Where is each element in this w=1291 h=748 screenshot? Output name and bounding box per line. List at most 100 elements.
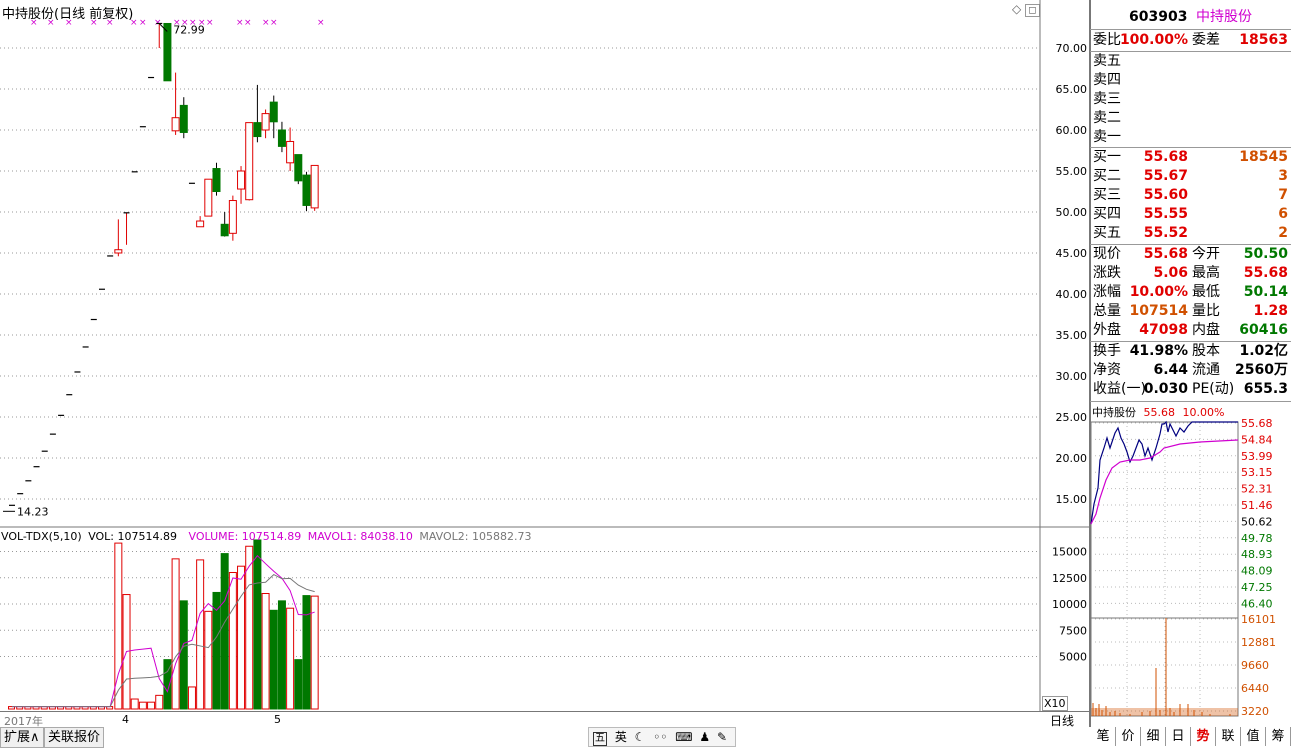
price-axis-label: 20.00	[1056, 452, 1088, 465]
volume-axis-label: 12500	[1052, 572, 1087, 585]
volume-bar[interactable]	[261, 593, 270, 710]
volume-bar[interactable]	[138, 701, 147, 710]
buy-volume: 7	[1278, 187, 1288, 203]
wrench-icon[interactable]: ✎	[717, 730, 727, 744]
right-tab[interactable]: 值	[1241, 727, 1266, 746]
ime-toolbar: 五 英 ☾ ◦◦ ⌨ ♟ ✎	[588, 727, 736, 747]
signal-marker: ×	[30, 18, 38, 28]
right-tab[interactable]: 筹	[1266, 727, 1291, 746]
buy-volume: 2	[1278, 225, 1288, 241]
intraday-price-label: 48.93	[1241, 548, 1273, 561]
stat-value: 55.68	[1243, 265, 1288, 281]
signal-marker: ×	[270, 18, 278, 28]
candle[interactable]	[196, 216, 205, 228]
ime-logo-icon[interactable]: 五	[593, 732, 607, 746]
tab-expand[interactable]: 扩展∧	[0, 727, 44, 748]
candle-body	[228, 200, 237, 234]
volume-bar[interactable]	[179, 600, 188, 710]
stat-label: 现价	[1093, 246, 1121, 262]
candle[interactable]	[269, 95, 278, 139]
right-tab[interactable]: 势	[1191, 727, 1216, 746]
volume-bar[interactable]	[204, 610, 213, 710]
candle[interactable]	[163, 22, 172, 82]
volume-bar[interactable]	[130, 698, 139, 710]
candle[interactable]	[179, 97, 188, 139]
price-axis-label: 40.00	[1056, 288, 1088, 301]
stat-label: 涨跌	[1093, 265, 1121, 281]
stat-label: 今开	[1192, 246, 1220, 262]
buy-price: 55.68	[1143, 149, 1188, 165]
candle[interactable]	[302, 171, 311, 212]
right-tab[interactable]: 日	[1166, 727, 1191, 746]
stock-name: 中持股份	[1195, 9, 1252, 25]
candle[interactable]	[220, 212, 229, 237]
sell-label: 卖五	[1093, 53, 1121, 69]
stat-value: 55.68	[1143, 246, 1188, 262]
fundamental-label: 净资	[1093, 362, 1121, 378]
intraday-price-label: 52.31	[1241, 483, 1273, 496]
keyboard-icon[interactable]: ⌨	[675, 730, 692, 744]
signal-marker: ×	[317, 18, 325, 28]
weicha-value: 18563	[1239, 32, 1288, 48]
candle[interactable]	[277, 121, 286, 153]
candle[interactable]	[294, 154, 303, 185]
volume-bar[interactable]	[277, 600, 286, 710]
candle[interactable]	[237, 166, 246, 204]
fundamental-value: 0.030	[1143, 381, 1188, 397]
candle[interactable]	[253, 84, 262, 143]
candle[interactable]	[212, 162, 221, 196]
quote-header: 603903 中持股份	[1092, 6, 1289, 26]
stat-label: 内盘	[1192, 322, 1220, 338]
volume-bar[interactable]	[187, 686, 196, 710]
volume-bar[interactable]	[147, 701, 156, 710]
candle-body	[212, 168, 221, 192]
volume-bar[interactable]	[237, 565, 246, 710]
volume-bar[interactable]	[253, 539, 262, 710]
stat-label: 最低	[1192, 284, 1220, 300]
candle[interactable]	[171, 72, 180, 135]
sell-label: 卖一	[1093, 129, 1121, 145]
candle-body	[171, 117, 180, 132]
volume-bar[interactable]	[228, 572, 237, 710]
user-icon[interactable]: ♟	[699, 730, 710, 744]
right-tab[interactable]: 联	[1216, 727, 1241, 746]
candle[interactable]	[123, 212, 130, 245]
tab-related-quotes[interactable]: 关联报价	[44, 727, 105, 748]
right-tab[interactable]: 细	[1141, 727, 1166, 746]
candle[interactable]	[204, 178, 213, 217]
vol-value: VOL: 107514.89	[88, 530, 177, 543]
buy-price: 55.67	[1143, 168, 1188, 184]
volume-bar[interactable]	[286, 607, 295, 710]
candle[interactable]	[228, 195, 237, 241]
candlestick-chart[interactable]: 70.00 65.00 60.00 55.00 50.00 45.00 40.00 35.00…	[0, 0, 1090, 711]
candle-body	[220, 223, 229, 237]
candle-body	[163, 22, 172, 82]
intraday-chart[interactable]: 55.68 54.84 53.99 53.15 52.31 51.46 50.62 49.78…	[1090, 418, 1291, 718]
candle[interactable]	[245, 122, 254, 201]
period-label[interactable]: 日线	[1050, 712, 1074, 729]
candle[interactable]	[261, 109, 270, 139]
stat-row: 涨跌 5.06 最高 55.68	[1092, 264, 1289, 283]
right-tab[interactable]: 笔	[1091, 727, 1116, 746]
fundamental-value: 655.3	[1243, 381, 1288, 397]
volume-bar[interactable]	[196, 559, 205, 710]
signal-marker: ×	[139, 18, 147, 28]
candle[interactable]	[286, 127, 295, 171]
volume-bar[interactable]	[294, 659, 303, 710]
stat-value: 47098	[1139, 322, 1188, 338]
volume-bar[interactable]	[171, 558, 180, 710]
volume-bar[interactable]	[302, 595, 311, 710]
intraday-price-label: 55.68	[1241, 418, 1273, 430]
right-tab[interactable]: 价	[1116, 727, 1141, 746]
fundamental-value: 6.44	[1153, 362, 1188, 378]
volume-bar[interactable]	[155, 694, 164, 710]
candle[interactable]	[310, 164, 319, 211]
volume-bar[interactable]	[269, 609, 278, 710]
intraday-price-label: 54.84	[1241, 433, 1273, 446]
punctuation-icon[interactable]: ◦◦	[653, 730, 667, 744]
buy-volume: 18545	[1239, 149, 1288, 165]
moon-icon[interactable]: ☾	[635, 730, 646, 744]
volume-bar[interactable]	[220, 553, 229, 710]
candle[interactable]	[114, 219, 123, 257]
ime-lang-button[interactable]: 英	[615, 730, 627, 744]
